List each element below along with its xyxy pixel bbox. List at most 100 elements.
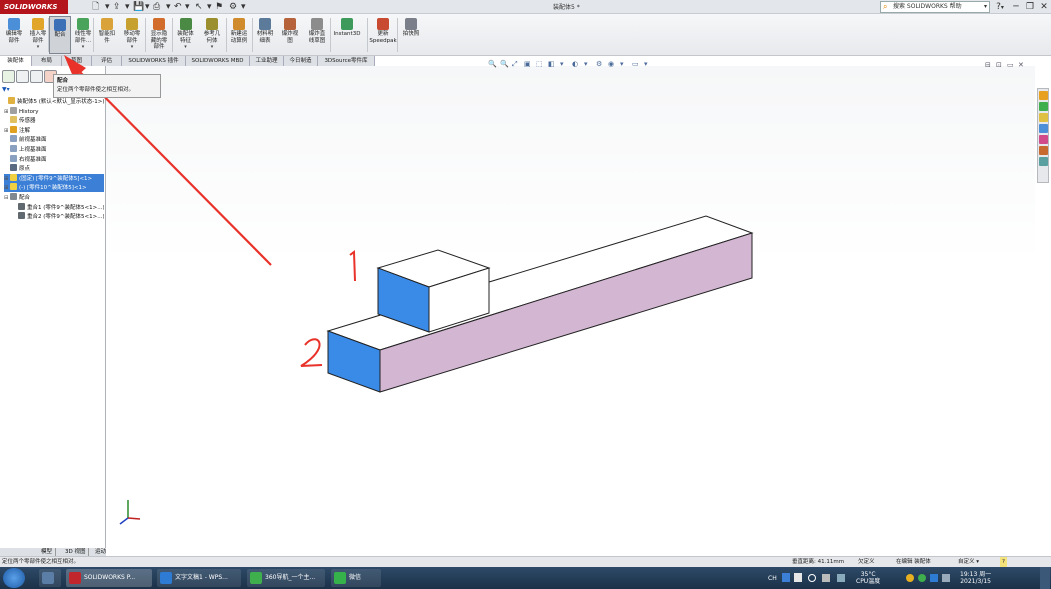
show-desktop-button[interactable] xyxy=(1040,567,1050,589)
tray-360-icon[interactable] xyxy=(918,574,926,582)
quick-access-chevron[interactable]: ▾ xyxy=(241,1,246,13)
tray-status-icon[interactable] xyxy=(906,574,914,582)
tree-item[interactable]: ⊞ (固定) [零件9^装配体5]<1> xyxy=(4,173,104,183)
command-smart-fasteners-button[interactable]: 智能扣件 xyxy=(95,18,119,44)
command-motion-study-button[interactable]: 新建运 动算例 xyxy=(227,18,251,44)
tree-item[interactable]: 原点 xyxy=(4,164,104,173)
quick-access-chevron[interactable]: ▾ xyxy=(207,1,212,13)
viewport-window-control[interactable]: ✕ xyxy=(1018,61,1024,69)
tree-item[interactable]: ⊟ 配合 xyxy=(4,193,104,202)
chevron-down-icon[interactable]: ▾ xyxy=(120,44,144,51)
taskbar-app-2[interactable]: 文字文稿1 - WPS... xyxy=(157,569,241,587)
command-speedpak-button[interactable]: 更新 Speedpak xyxy=(368,18,398,44)
keyboard-icon[interactable] xyxy=(794,573,802,582)
network-icon[interactable] xyxy=(808,574,816,582)
view-palette-icon[interactable] xyxy=(1039,124,1048,133)
tab-8[interactable]: 3DSource零件库 xyxy=(318,56,375,66)
tree-item[interactable]: ⊞ 注解 xyxy=(4,125,104,135)
command-exploded-view-button[interactable]: 爆炸视图 xyxy=(278,18,302,44)
quick-access-button[interactable]: ⎙ xyxy=(153,1,160,13)
solidworks-forum-icon[interactable] xyxy=(1039,157,1048,166)
restore-button[interactable]: ❐ xyxy=(1024,1,1036,13)
tree-item[interactable]: 上视基准面 xyxy=(4,145,104,154)
close-button[interactable]: ✕ xyxy=(1038,1,1050,13)
help-button[interactable]: ?▾ xyxy=(994,1,1006,13)
appearances-icon[interactable] xyxy=(1039,135,1048,144)
heads-up-view-icon[interactable]: ◉ xyxy=(608,60,614,69)
command-reference-geometry-button[interactable]: 参考几 何体 ▾ xyxy=(199,18,225,51)
command-insert-component-button[interactable]: 插入零 部件 ▾ xyxy=(26,18,50,51)
custom-properties-icon[interactable] xyxy=(1039,146,1048,155)
quick-access-chevron[interactable]: ▾ xyxy=(125,1,130,13)
tab-5[interactable]: SOLIDWORKS MBD xyxy=(186,56,250,66)
quick-access-chevron[interactable]: ▾ xyxy=(145,1,150,13)
quick-access-chevron[interactable]: ▾ xyxy=(185,1,190,13)
command-explode-line-sketch-button[interactable]: 爆炸直 线草图 xyxy=(304,18,330,44)
tree-item[interactable]: 装配体5 (默认<默认_显示状态-1>) xyxy=(2,97,104,106)
heads-up-view-icon[interactable]: ◧ xyxy=(548,60,555,69)
minimize-button[interactable]: ─ xyxy=(1010,1,1022,13)
tree-item[interactable]: 右视基准面 xyxy=(4,154,104,164)
taskbar-app-4[interactable]: 微信 xyxy=(331,569,381,587)
start-button-icon[interactable] xyxy=(3,568,25,588)
heads-up-view-icon[interactable]: ⬚ xyxy=(536,60,543,69)
heads-up-view-icon[interactable]: ⤢ xyxy=(512,60,518,69)
viewport-window-control[interactable]: ⊡ xyxy=(996,61,1002,69)
configuration-manager-tab-icon[interactable] xyxy=(30,70,43,83)
heads-up-view-icon[interactable]: 🔍 xyxy=(500,60,509,69)
tab-2[interactable]: 草图 xyxy=(62,56,92,66)
tab-3[interactable]: 评估 xyxy=(92,56,122,66)
heads-up-view-icon[interactable]: ⚙ xyxy=(596,60,602,69)
heads-up-view-icon[interactable]: ▣ xyxy=(524,60,531,69)
tree-item[interactable]: 重合2 (零件9^装配体5<1>...) xyxy=(12,212,104,221)
command-show-hidden-button[interactable]: 显示隐 藏的零 部件 xyxy=(146,18,172,51)
quick-access-button[interactable]: ↶ xyxy=(174,1,182,13)
tree-item[interactable]: ⊞ (-) [零件10^装配体5]<1> xyxy=(4,183,104,193)
search-dropdown-chevron[interactable]: ▾ xyxy=(984,2,987,12)
tab-4[interactable]: SOLIDWORKS 插件 xyxy=(122,56,186,66)
heads-up-view-icon[interactable]: ◐ xyxy=(572,60,578,69)
heads-up-chevron[interactable]: ▾ xyxy=(584,60,588,69)
resources-icon[interactable] xyxy=(1039,91,1048,100)
property-manager-tab-icon[interactable] xyxy=(16,70,29,83)
system-clock[interactable]: 19:13 周一 2021/3/15 xyxy=(960,571,991,585)
viewport-window-control[interactable]: ▭ xyxy=(1007,61,1014,69)
ime-indicator[interactable]: CH xyxy=(768,575,777,582)
heads-up-chevron[interactable]: ▾ xyxy=(560,60,564,69)
taskbar-app-3[interactable]: 360导航_一个主... xyxy=(247,569,325,587)
tree-item[interactable]: ⊞ History xyxy=(4,106,104,116)
graphics-area[interactable] xyxy=(106,66,1035,556)
command-snapshot-button[interactable]: 拍快照 xyxy=(398,18,424,38)
tree-item[interactable]: 重合1 (零件9^装配体5<1>...) xyxy=(12,202,104,212)
chevron-down-icon[interactable]: ▾ xyxy=(199,44,225,51)
tab-7[interactable]: 今日制造 xyxy=(284,56,318,66)
quick-access-button[interactable]: 🗋 xyxy=(92,1,99,13)
heads-up-chevron[interactable]: ▾ xyxy=(644,60,648,69)
heads-up-chevron[interactable]: ▾ xyxy=(620,60,624,69)
ime-mode-icon[interactable] xyxy=(782,573,790,582)
chevron-down-icon[interactable]: ▾ xyxy=(173,44,198,51)
command-instant3d-button[interactable]: Instant3D xyxy=(331,18,363,38)
tray-sync-icon[interactable] xyxy=(837,574,845,582)
tree-item[interactable]: 传感器 xyxy=(4,116,104,125)
chevron-down-icon[interactable]: ▾ xyxy=(26,44,50,51)
design-library-icon[interactable] xyxy=(1039,102,1048,111)
tray-app-icon[interactable] xyxy=(822,574,830,582)
command-move-component-button[interactable]: 移动零 部件 ▾ xyxy=(120,18,144,51)
tab-1[interactable]: 布局 xyxy=(32,56,62,66)
command-edit-component-button[interactable]: 编辑零 部件 xyxy=(2,18,26,44)
heads-up-view-icon[interactable]: 🔍 xyxy=(488,60,497,69)
tab-0[interactable]: 装配体 xyxy=(0,56,32,66)
taskbar-app-0[interactable] xyxy=(39,569,61,587)
chevron-down-icon[interactable]: ▾ xyxy=(71,44,95,51)
quick-access-chevron[interactable]: ▾ xyxy=(105,1,110,13)
quick-access-chevron[interactable]: ▾ xyxy=(166,1,171,13)
quick-access-button[interactable]: ⚑ xyxy=(215,1,223,13)
viewport-window-control[interactable]: ⊟ xyxy=(985,61,991,69)
quick-access-button[interactable]: ⚙ xyxy=(229,1,237,13)
help-search-input[interactable]: ⌕ 搜索 SOLIDWORKS 帮助 ▾ xyxy=(880,1,990,13)
units-selector[interactable]: 自定义 ▾ xyxy=(958,557,979,567)
volume-icon[interactable] xyxy=(942,574,950,582)
feature-tree-tab-icon[interactable] xyxy=(2,70,15,83)
tab-6[interactable]: 工业助理 xyxy=(250,56,284,66)
